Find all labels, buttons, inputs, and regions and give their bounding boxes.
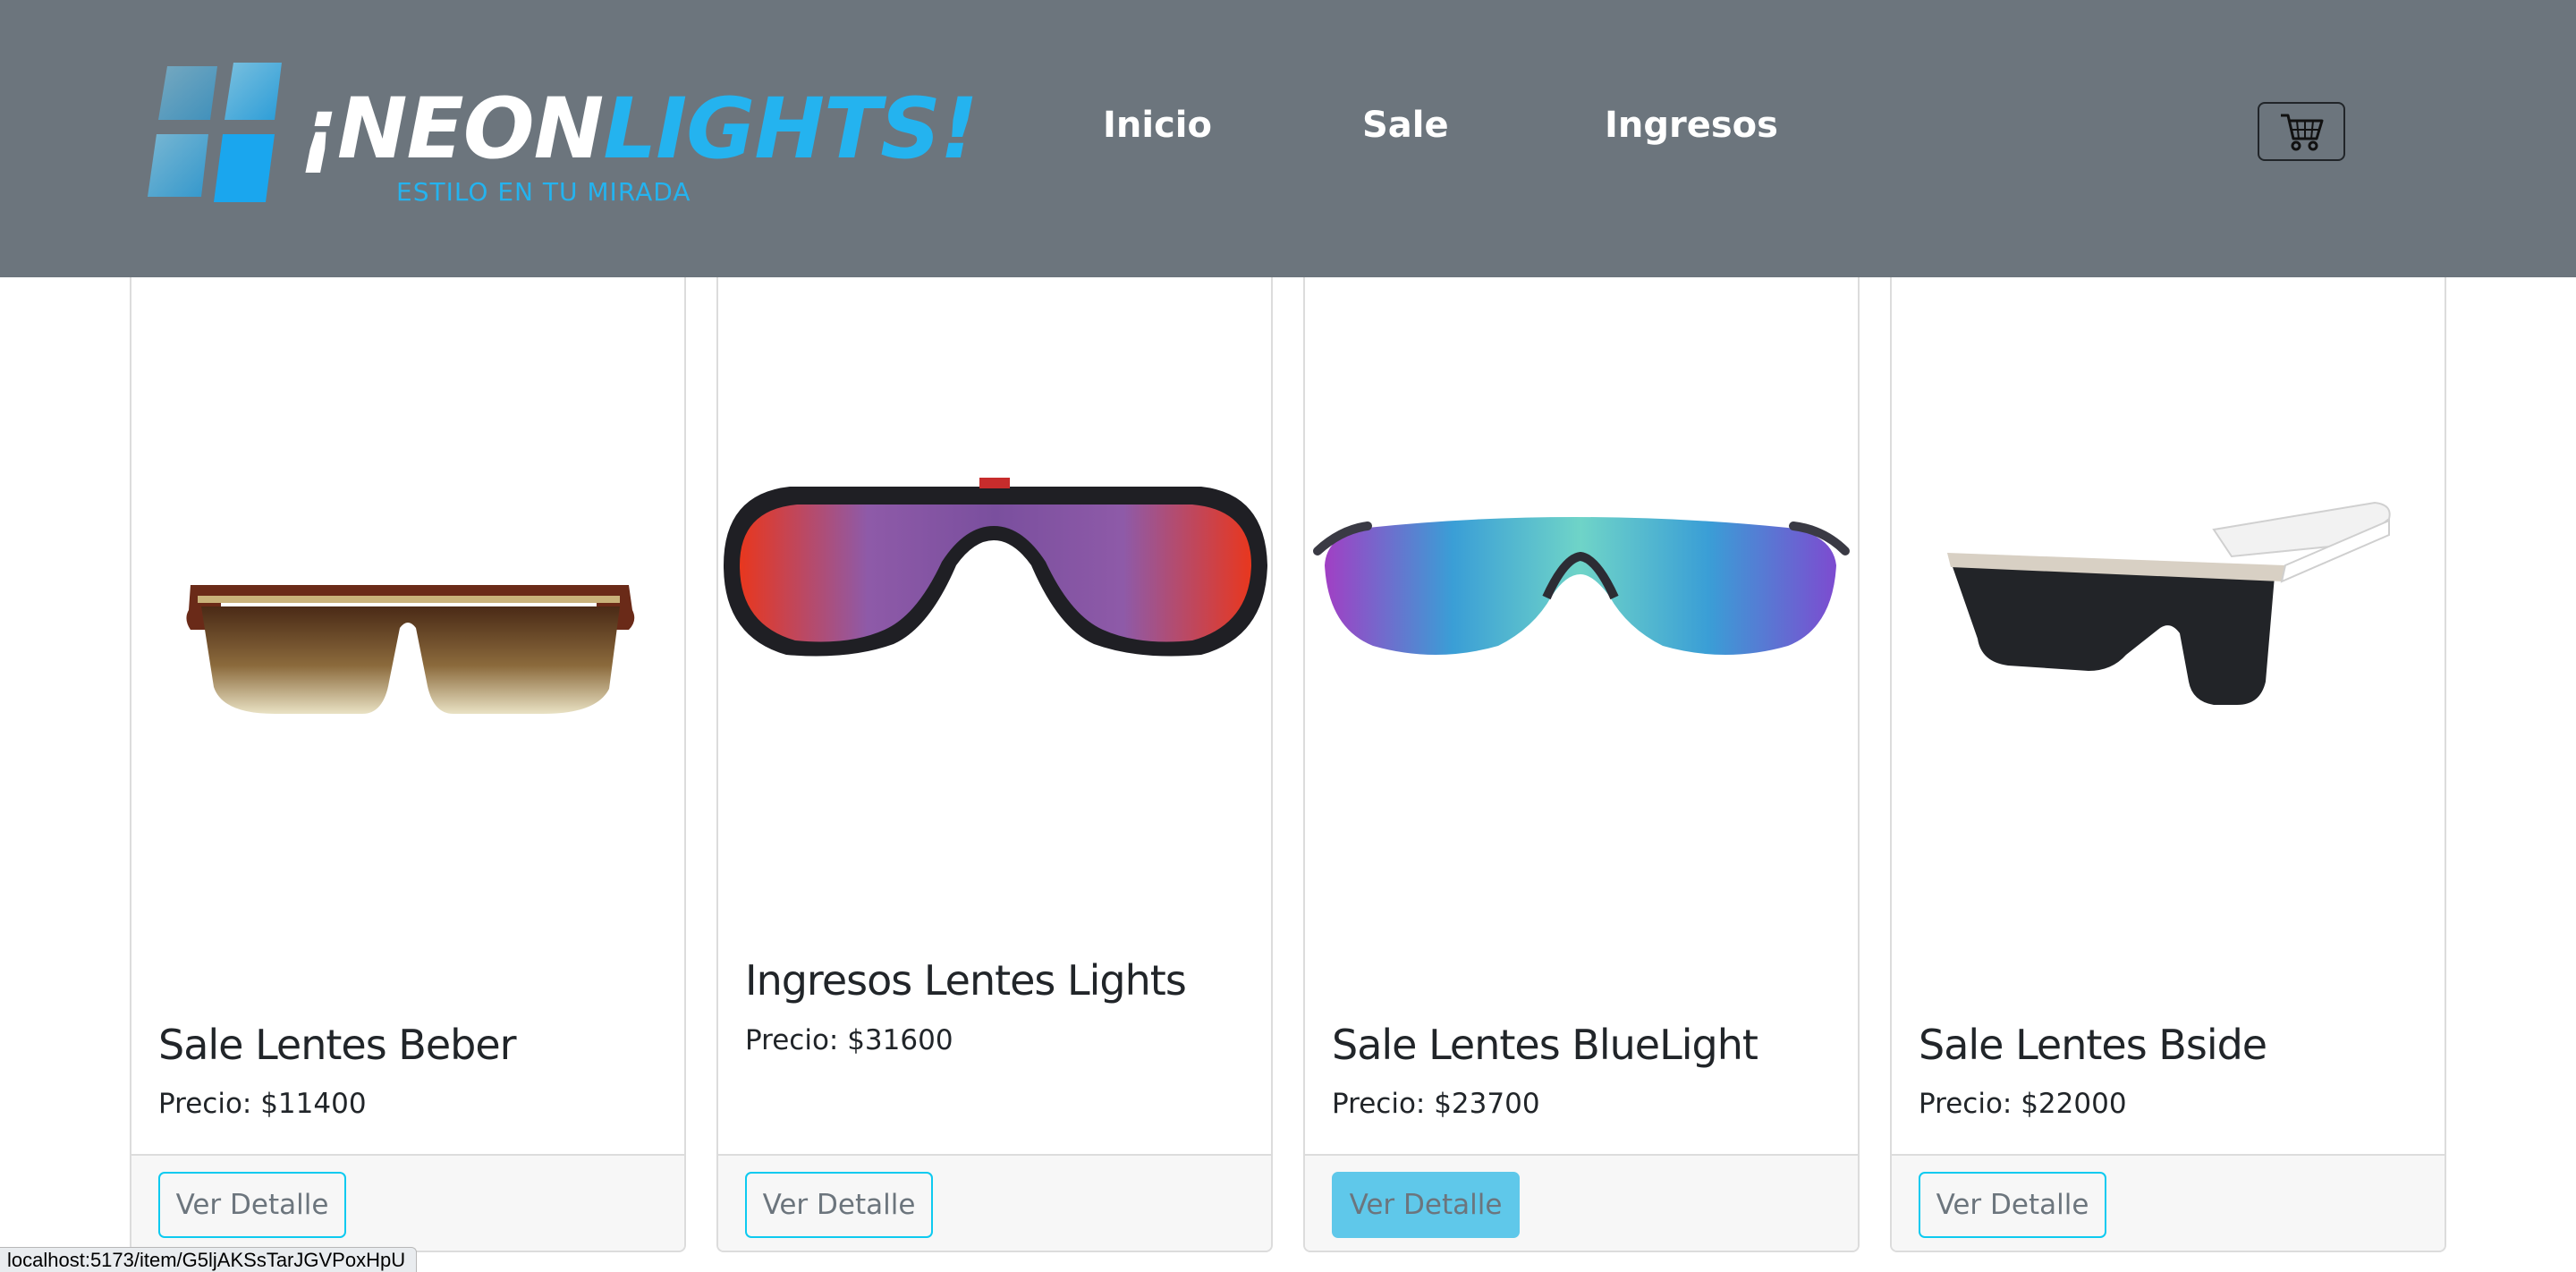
- product-card: Ingresos Lentes Lights Precio: $31600 Ve…: [716, 259, 1273, 1252]
- ver-detalle-button[interactable]: Ver Detalle: [745, 1172, 933, 1238]
- product-image-blue-sunglasses[interactable]: [1305, 386, 1858, 744]
- product-image-brown-sunglasses[interactable]: [131, 386, 684, 744]
- ver-detalle-button[interactable]: Ver Detalle: [158, 1172, 346, 1238]
- product-price: Precio: $31600: [745, 1024, 953, 1056]
- product-title: Sale Lentes BlueLight: [1332, 1021, 1758, 1069]
- brand-name: ¡NEONLIGHTS!: [300, 88, 979, 172]
- card-footer: Ver Detalle: [1892, 1154, 2445, 1251]
- nav-link-sale[interactable]: Sale: [1362, 107, 1449, 143]
- card-footer: Ver Detalle: [131, 1154, 684, 1251]
- navbar: ¡NEONLIGHTS! ESTILO EN TU MIRADA Inicio …: [0, 0, 2576, 277]
- card-footer: Ver Detalle: [1305, 1154, 1858, 1251]
- product-price: Precio: $11400: [158, 1088, 367, 1120]
- brand-name-part2: LIGHTS!: [603, 81, 978, 178]
- product-price: Precio: $22000: [1919, 1088, 2127, 1120]
- brand-name-part1: ¡NEON: [300, 81, 604, 178]
- logo-mark-icon: [148, 63, 282, 202]
- status-bar-url: localhost:5173/item/G5ljAKSsTarJGVPoxHpU: [0, 1247, 418, 1272]
- cart-button[interactable]: [2258, 102, 2345, 161]
- product-card: Sale Lentes Beber Precio: $11400 Ver Det…: [130, 259, 686, 1252]
- nav-link-ingresos[interactable]: Ingresos: [1605, 107, 1778, 143]
- ver-detalle-button[interactable]: Ver Detalle: [1919, 1172, 2106, 1238]
- shopping-cart-icon: [2281, 114, 2324, 151]
- product-image-black-white-sunglasses[interactable]: [1892, 386, 2445, 744]
- product-card: Sale Lentes Bside Precio: $22000 Ver Det…: [1890, 259, 2446, 1252]
- product-price: Precio: $23700: [1332, 1088, 1540, 1120]
- product-image-sport-sunglasses[interactable]: [718, 386, 1271, 744]
- product-card: Sale Lentes BlueLight Precio: $23700 Ver…: [1303, 259, 1860, 1252]
- product-title: Sale Lentes Beber: [158, 1021, 517, 1069]
- card-footer: Ver Detalle: [718, 1154, 1271, 1251]
- ver-detalle-button[interactable]: Ver Detalle: [1332, 1172, 1520, 1238]
- product-title: Sale Lentes Bside: [1919, 1021, 2267, 1069]
- product-title: Ingresos Lentes Lights: [745, 956, 1187, 1005]
- nav-link-inicio[interactable]: Inicio: [1103, 107, 1212, 143]
- brand-logo[interactable]: ¡NEONLIGHTS! ESTILO EN TU MIRADA: [148, 63, 979, 215]
- brand-tagline: ESTILO EN TU MIRADA: [396, 177, 691, 207]
